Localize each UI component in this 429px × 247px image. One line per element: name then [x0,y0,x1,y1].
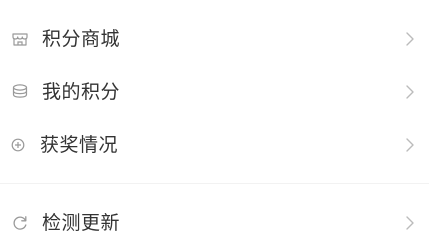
menu-item-check-update[interactable]: 检测更新 [0,201,429,245]
coin-stack-icon [10,82,30,102]
menu-item-label: 获奖情况 [40,134,119,156]
settings-menu-page: 积分商城 我的积分 获奖情况 检测更新 [0,0,429,247]
refresh-icon [10,213,30,233]
chevron-right-icon [403,137,417,153]
menu-item-label: 我的积分 [42,81,121,103]
chevron-right-icon [403,215,417,231]
store-icon [10,29,30,49]
section-divider [0,183,429,184]
menu-item-points-mall[interactable]: 积分商城 [0,17,429,61]
menu-item-label: 检测更新 [42,212,121,234]
menu-item-my-points[interactable]: 我的积分 [0,70,429,114]
menu-item-label: 积分商城 [42,28,121,50]
plus-circle-icon [10,135,30,155]
menu-item-awards[interactable]: 获奖情况 [0,123,429,167]
chevron-right-icon [403,31,417,47]
chevron-right-icon [403,84,417,100]
